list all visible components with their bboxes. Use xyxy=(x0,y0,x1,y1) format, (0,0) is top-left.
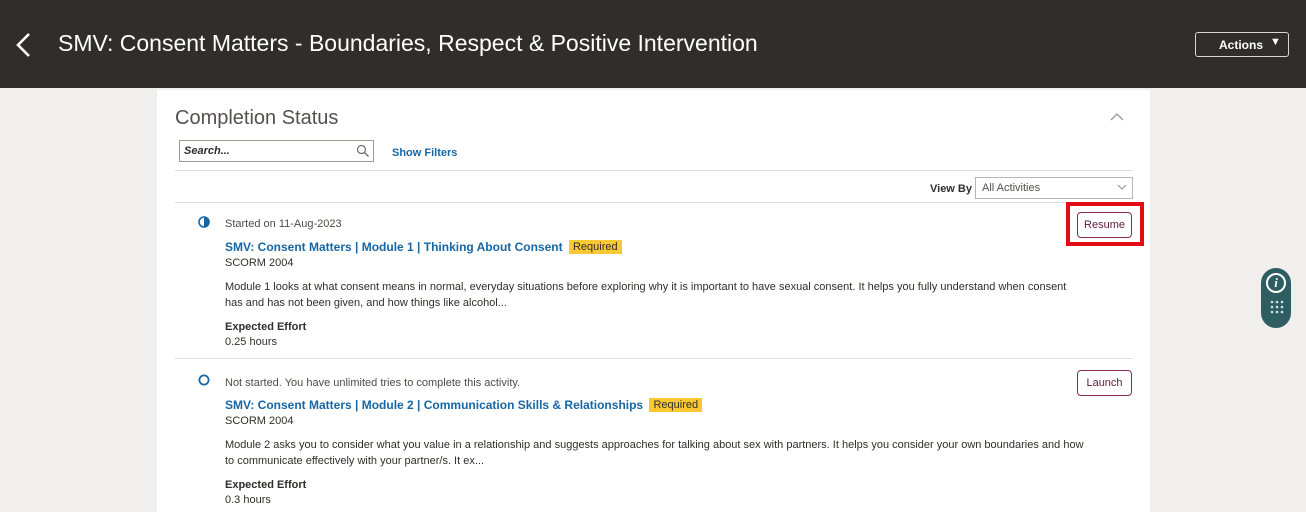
activity-title: SMV: Consent Matters | Module 1 | Thinki… xyxy=(225,240,563,254)
view-by-value: All Activities xyxy=(982,182,1041,194)
chevron-left-icon xyxy=(16,33,30,57)
section-title: Completion Status xyxy=(175,107,339,129)
half-circle-icon xyxy=(198,216,210,228)
activity-type: SCORM 2004 xyxy=(225,257,294,269)
help-widget[interactable]: i xyxy=(1261,268,1291,328)
expected-effort-label: Expected Effort xyxy=(225,479,307,491)
search-input[interactable] xyxy=(184,143,344,159)
show-filters-link[interactable]: Show Filters xyxy=(392,147,457,159)
view-by-select[interactable]: All Activities xyxy=(975,177,1133,199)
activity-title: SMV: Consent Matters | Module 2 | Commun… xyxy=(225,398,644,412)
chevron-up-icon xyxy=(1110,113,1124,121)
search-icon[interactable] xyxy=(356,144,370,158)
search-field[interactable] xyxy=(179,140,374,162)
empty-circle-icon xyxy=(198,374,210,386)
expected-effort-value: 0.3 hours xyxy=(225,494,271,506)
caret-down-icon: ▼ xyxy=(1270,36,1281,48)
divider xyxy=(175,170,1133,171)
actions-menu-button[interactable]: Actions ▼ xyxy=(1195,32,1289,57)
activity-title-link[interactable]: SMV: Consent Matters | Module 1 | Thinki… xyxy=(225,240,622,254)
chevron-down-icon xyxy=(1117,184,1127,190)
required-badge: Required xyxy=(649,398,703,412)
activity-status: Not started. You have unlimited tries to… xyxy=(225,377,521,389)
activity-type: SCORM 2004 xyxy=(225,415,294,427)
divider xyxy=(175,202,1133,203)
grid-dots-icon[interactable] xyxy=(1270,299,1284,319)
info-icon[interactable]: i xyxy=(1266,273,1286,293)
actions-label: Actions xyxy=(1219,38,1264,52)
top-bar: SMV: Consent Matters - Boundaries, Respe… xyxy=(0,0,1306,88)
view-by-label: View By xyxy=(930,183,972,195)
completion-status-panel: Completion Status Show Filters View By A… xyxy=(157,90,1150,512)
activity-description: Module 1 looks at what consent means in … xyxy=(225,281,1067,309)
back-button[interactable] xyxy=(10,28,36,62)
launch-button[interactable]: Launch xyxy=(1077,370,1132,396)
highlight-annotation xyxy=(1066,202,1144,246)
activity-status: Started on 11-Aug-2023 xyxy=(225,218,342,230)
activity-title-link[interactable]: SMV: Consent Matters | Module 2 | Commun… xyxy=(225,398,703,412)
activity-description: Module 2 asks you to consider what you v… xyxy=(225,439,1084,467)
collapse-button[interactable] xyxy=(1109,110,1125,124)
page-title: SMV: Consent Matters - Boundaries, Respe… xyxy=(58,30,758,56)
expected-effort-value: 0.25 hours xyxy=(225,336,277,348)
required-badge: Required xyxy=(568,240,622,254)
expected-effort-label: Expected Effort xyxy=(225,321,307,333)
divider xyxy=(175,358,1133,359)
